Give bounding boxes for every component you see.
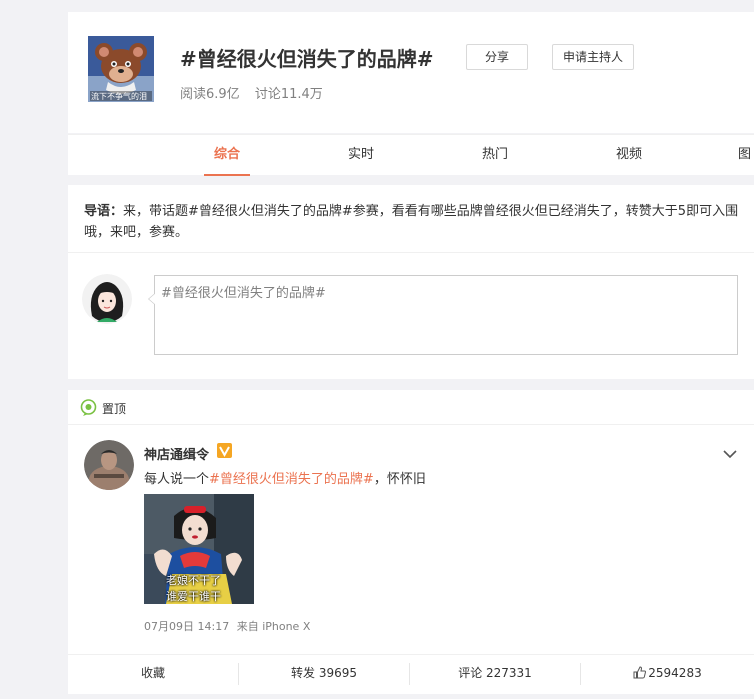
like-button[interactable]: 2594283 <box>581 655 754 694</box>
post-time[interactable]: 07月09日 14:17 <box>144 620 229 633</box>
post-meta: 07月09日 14:17 来自 iPhone X <box>144 618 314 634</box>
guide-prefix: 导语： <box>84 204 124 219</box>
post-source: 来自 iPhone X <box>236 620 311 633</box>
topic-stats: 阅读6.9亿 讨论11.4万 <box>180 83 334 102</box>
topic-title: #曾经很火但消失了的品牌# <box>180 47 434 71</box>
pinned-label: 置顶 <box>102 402 127 416</box>
post-hashtag-link[interactable]: #曾经很火但消失了的品牌# <box>209 472 374 487</box>
tab-hot[interactable]: 热门 <box>470 135 520 175</box>
repost-button[interactable]: 转发 39695 <box>239 655 409 694</box>
collect-button[interactable]: 收藏 <box>68 655 238 694</box>
pinned-header: 置顶 <box>68 390 754 425</box>
chevron-down-icon[interactable] <box>723 444 737 463</box>
image-caption-2: 谁爱干谁干 <box>166 590 221 603</box>
guide-text: 导语：来，带话题#曾经很火但消失了的品牌#参赛，看看有哪些品牌曾经很火但已经消失… <box>84 201 742 243</box>
poster-avatar[interactable] <box>84 440 134 490</box>
topic-header: 流下不争气的泪 #曾经很火但消失了的品牌# 阅读6.9亿 讨论11.4万 分享 … <box>68 12 754 133</box>
divider <box>68 252 754 253</box>
like-count: 2594283 <box>648 666 702 680</box>
discussion-count: 讨论11.4万 <box>254 87 323 102</box>
tab-realtime[interactable]: 实时 <box>336 135 386 175</box>
guide-section: 导语：来，带话题#曾经很火但消失了的品牌#参赛，看看有哪些品牌曾经很火但已经消失… <box>68 185 754 379</box>
pinned-post: 置顶 神店通缉令 每人说一个#曾经很火但消失了的品牌#，怀怀旧 老娘不干了 谁爱… <box>68 390 754 694</box>
user-avatar[interactable] <box>82 274 132 324</box>
compose-arrow-inner <box>149 293 156 305</box>
like-icon <box>633 657 647 693</box>
compose-input[interactable]: #曾经很火但消失了的品牌# <box>154 275 738 355</box>
vip-badge-icon <box>217 443 232 458</box>
topic-avatar[interactable]: 流下不争气的泪 <box>88 36 154 102</box>
poster-name[interactable]: 神店通缉令 <box>144 444 209 463</box>
pin-icon <box>80 399 97 420</box>
post-text: 每人说一个#曾经很火但消失了的品牌#，怀怀旧 <box>144 468 426 487</box>
share-button[interactable]: 分享 <box>466 44 528 70</box>
apply-host-button[interactable]: 申请主持人 <box>552 44 634 70</box>
post-image[interactable]: 老娘不干了 谁爱干谁干 <box>144 494 254 604</box>
tab-bar: 综合 实时 热门 视频 图 <box>68 134 754 176</box>
tab-comprehensive[interactable]: 综合 <box>202 135 252 176</box>
comment-button[interactable]: 评论 227331 <box>410 655 580 694</box>
post-actions: 收藏 转发 39695 评论 227331 2594283 <box>68 654 754 694</box>
avatar-caption: 流下不争气的泪 <box>91 92 147 101</box>
image-caption-1: 老娘不干了 <box>166 574 221 587</box>
post-text-after: ，怀怀旧 <box>373 472 426 487</box>
tab-image[interactable]: 图 <box>738 135 754 175</box>
tab-video[interactable]: 视频 <box>604 135 654 175</box>
post-text-before: 每人说一个 <box>144 472 210 487</box>
read-count: 阅读6.9亿 <box>180 87 240 102</box>
guide-body: 来，带话题#曾经很火但消失了的品牌#参赛，看看有哪些品牌曾经很火但已经消失了，转… <box>84 204 739 240</box>
